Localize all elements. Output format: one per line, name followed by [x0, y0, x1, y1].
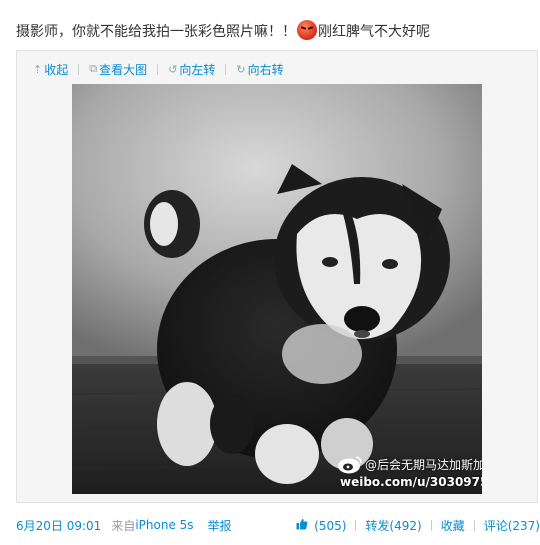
- rotate-right-label: 向右转: [247, 62, 284, 77]
- arrow-up-icon: ⇡: [33, 62, 43, 76]
- post-text-after: 刚红脾气不大好呢: [318, 24, 430, 40]
- post-footer: 6月20日 09:01 来自 iPhone 5s 举报 (505) 转发(492…: [16, 515, 540, 535]
- like-count: (505): [314, 518, 347, 533]
- action-divider: [473, 519, 475, 531]
- view-large-button[interactable]: ⧉ 查看大图: [89, 61, 147, 78]
- rotate-right-button[interactable]: ↻ 向右转: [236, 61, 283, 78]
- repost-button[interactable]: 转发(492): [365, 517, 421, 534]
- watermark-name: @后会无期马达加斯加: [365, 458, 482, 472]
- collapse-button[interactable]: ⇡ 收起: [33, 61, 68, 78]
- toolbar-divider: [225, 63, 227, 75]
- post-text-before: 摄影师，你就不能给我拍一张彩色照片嘛！！: [16, 24, 296, 40]
- action-divider: [430, 519, 432, 531]
- collapse-label: 收起: [44, 62, 69, 77]
- media-box: ⇡ 收起 ⧉ 查看大图 ↺ 向左转 ↻ 向右转 @后会无期马达加斯加 weibo…: [16, 50, 538, 503]
- rotate-right-icon: ↻: [236, 62, 246, 76]
- action-divider: [355, 519, 357, 531]
- angry-face-emoji-icon: [297, 20, 317, 40]
- post-text: 摄影师，你就不能给我拍一张彩色照片嘛！！ 刚红脾气不大好呢: [16, 20, 536, 43]
- thumbs-up-icon: [296, 518, 308, 529]
- post-actions: (505) 转发(492) 收藏 评论(237): [296, 517, 540, 534]
- external-link-icon: ⧉: [89, 62, 98, 75]
- report-link[interactable]: 举报: [208, 517, 232, 534]
- post-photo[interactable]: @后会无期马达加斯加 weibo.com/u/3030975747: [72, 84, 482, 494]
- rotate-left-button[interactable]: ↺ 向左转: [168, 61, 215, 78]
- puppy-photo-image: [72, 84, 482, 494]
- post-timestamp[interactable]: 6月20日 09:01: [16, 517, 101, 534]
- view-large-label: 查看大图: [99, 62, 148, 77]
- rotate-left-label: 向左转: [179, 62, 216, 77]
- media-toolbar: ⇡ 收起 ⧉ 查看大图 ↺ 向左转 ↻ 向右转: [33, 60, 284, 78]
- toolbar-divider: [157, 63, 159, 75]
- like-button[interactable]: (505): [296, 518, 346, 533]
- toolbar-divider: [78, 63, 80, 75]
- source-prefix: 来自: [111, 518, 136, 533]
- post-meta: 6月20日 09:01 来自 iPhone 5s 举报: [16, 517, 232, 534]
- weibo-logo-icon: [338, 456, 362, 474]
- watermark-url: weibo.com/u/3030975747: [340, 475, 482, 489]
- source-link[interactable]: iPhone 5s: [135, 518, 193, 532]
- favorite-button[interactable]: 收藏: [441, 517, 465, 534]
- comment-button[interactable]: 评论(237): [484, 517, 540, 534]
- rotate-left-icon: ↺: [168, 62, 178, 76]
